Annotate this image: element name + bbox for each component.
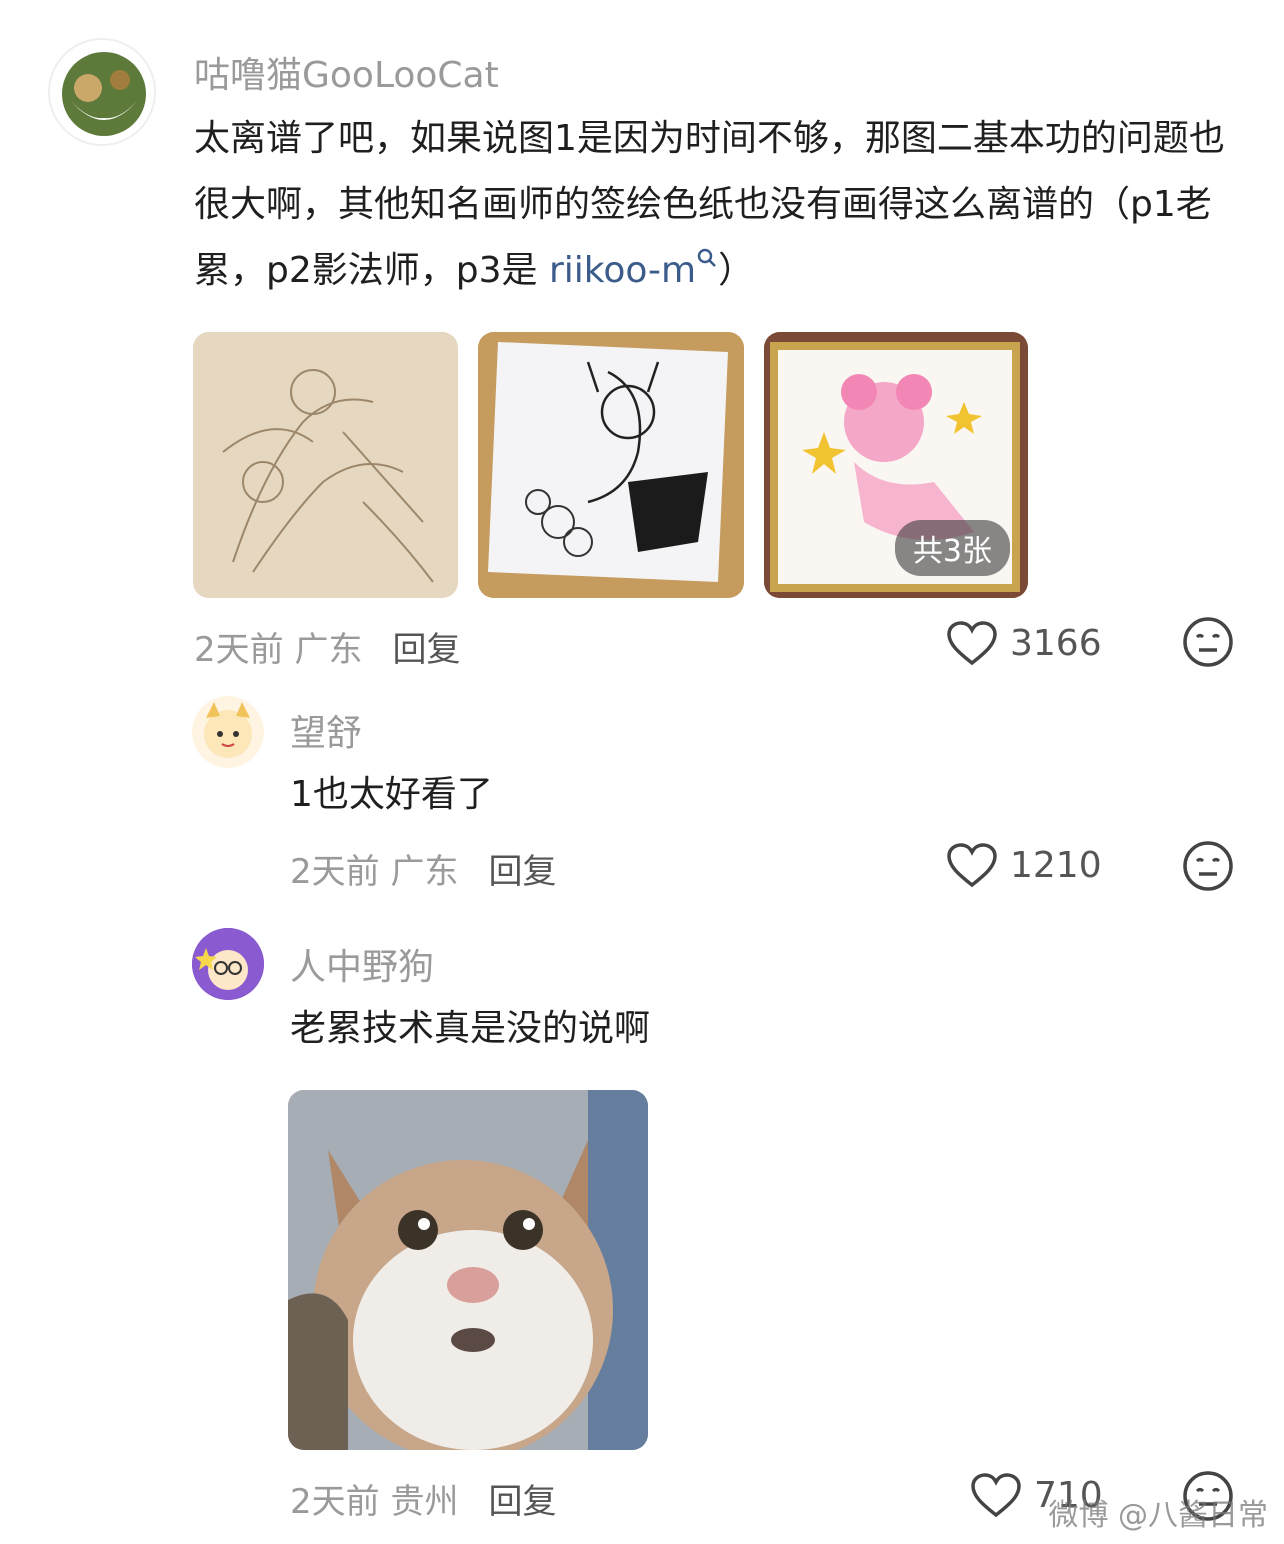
avatar[interactable] (192, 696, 264, 768)
like-button[interactable]: 1210 (946, 842, 1102, 888)
avatar[interactable] (48, 38, 156, 146)
comment-image-2[interactable] (478, 332, 744, 598)
comment-meta: 2天前 广东 回复 (290, 852, 557, 892)
comment-text: 1也太好看了 (290, 774, 493, 815)
heart-icon (971, 1473, 1021, 1518)
avatar[interactable] (192, 928, 264, 1000)
user-link[interactable]: riikoo-m (549, 248, 718, 291)
like-count: 1210 (1010, 844, 1102, 886)
comment-meta: 2天前 贵州 回复 (290, 1482, 557, 1522)
heart-icon (947, 621, 997, 666)
neutral-face-icon[interactable] (1182, 616, 1234, 668)
comment-image-cat[interactable] (288, 1090, 648, 1450)
search-icon (697, 248, 717, 267)
neutral-face-icon[interactable] (1182, 840, 1234, 892)
like-button[interactable]: 3166 (946, 620, 1102, 666)
like-count: 3166 (1010, 622, 1102, 664)
reply-button[interactable]: 回复 (392, 630, 460, 670)
comment-meta: 2天前 广东 回复 (194, 630, 461, 670)
comment-text: 老累技术真是没的说啊 (290, 1008, 651, 1049)
username[interactable]: 咕噜猫GooLooCat (194, 46, 499, 98)
watermark: 微博 @八酱日常 (1048, 1498, 1268, 1533)
comment-text: 太离谱了吧，如果说图1是因为时间不够，那图二基本功的问题也很大啊，其他知名画师的… (194, 118, 1225, 291)
comment-image-3[interactable]: 共3张 (764, 332, 1028, 598)
heart-icon (947, 843, 997, 888)
comment-image-1[interactable] (193, 332, 458, 598)
reply-button[interactable]: 回复 (488, 852, 556, 892)
image-count-badge[interactable]: 共3张 (894, 520, 1010, 576)
username[interactable]: 人中野狗 (290, 938, 434, 990)
reply-button[interactable]: 回复 (488, 1482, 556, 1522)
username[interactable]: 望舒 (290, 704, 362, 756)
